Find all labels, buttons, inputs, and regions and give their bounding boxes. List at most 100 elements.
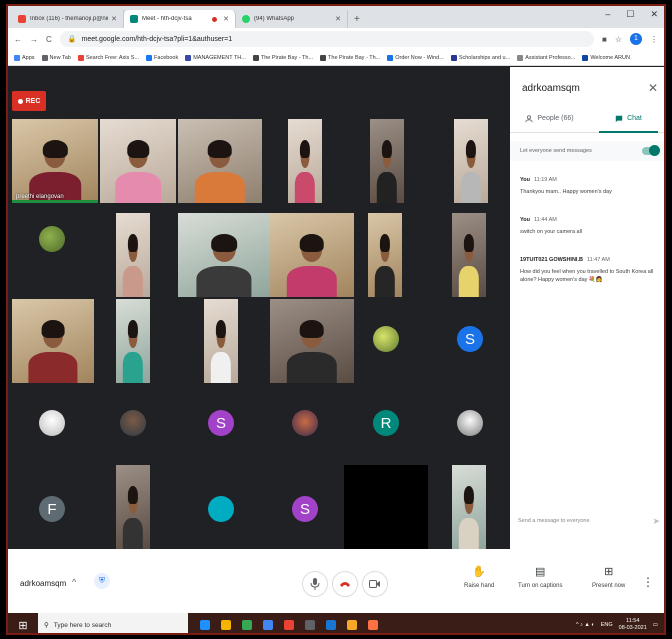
participant-tile[interactable] <box>452 465 486 549</box>
participant-tile[interactable]: S <box>288 487 322 531</box>
meeting-details-button[interactable]: adrkoamsqm <box>20 579 66 588</box>
taskbar-app-icon[interactable] <box>347 620 357 630</box>
new-tab-button[interactable]: + <box>354 14 360 25</box>
send-messages-toggle[interactable] <box>642 145 660 156</box>
tab-people[interactable]: People (66) <box>510 105 589 132</box>
taskbar-search-box[interactable]: ⚲ Type here to search <box>38 613 188 633</box>
close-icon[interactable]: ✕ <box>335 15 341 23</box>
participant-avatar <box>120 410 146 436</box>
profile-avatar[interactable]: 1 <box>630 33 642 45</box>
chat-message: You 11:19 AM Thankyou mam.. Happy women's … <box>520 177 660 197</box>
participant-tile[interactable] <box>116 213 150 297</box>
bookmark-label: The Pirate Bay - Th... <box>328 54 381 61</box>
meet-icon <box>130 15 138 23</box>
tab-chat[interactable]: Chat <box>589 105 664 133</box>
captions-button[interactable]: ▤ Turn on captions <box>518 565 562 589</box>
language-indicator[interactable]: ENG <box>601 622 613 628</box>
participant-tile[interactable] <box>454 119 488 203</box>
participant-tile[interactable] <box>116 465 150 549</box>
url-field[interactable]: 🔒 meet.google.com/hth-dcjv-tsa?pli=1&aut… <box>59 31 594 47</box>
participant-tile[interactable] <box>288 119 322 203</box>
tab-gmail[interactable]: Inbox (116) - themanoji.p@nirc ✕ <box>12 10 124 28</box>
participant-tile[interactable]: F <box>30 487 74 531</box>
host-controls-icon[interactable]: ⛨ <box>94 573 110 589</box>
participant-tile[interactable]: preethi elangovan <box>12 119 98 203</box>
participant-video <box>458 234 480 297</box>
bookmark-item[interactable]: MANAGEMENT TH... <box>185 54 246 61</box>
participant-tile[interactable] <box>100 119 176 203</box>
windows-start-icon[interactable]: ⊞ <box>8 613 38 633</box>
bookmark-item[interactable]: Assistant Professo... <box>517 54 576 61</box>
message-header: 19TUIT021 GOWSHINI.B 11:47 AM <box>520 257 660 263</box>
participant-tile[interactable]: S <box>454 319 486 359</box>
taskbar-clock[interactable]: 11:54 08-03-2021 <box>619 618 647 631</box>
bookmark-item[interactable]: The Pirate Bay - Th... <box>252 54 313 61</box>
chat-input[interactable]: Send a message to everyone ➤ <box>518 513 660 529</box>
close-icon[interactable]: ✕ <box>111 15 117 23</box>
participant-tile[interactable] <box>204 299 238 383</box>
taskbar-app-icon[interactable] <box>305 620 315 630</box>
bookmark-favicon-icon <box>185 54 192 61</box>
maximize-button[interactable]: ☐ <box>626 9 634 20</box>
close-panel-button[interactable]: ✕ <box>648 81 658 95</box>
participant-tile-camera-off[interactable] <box>344 465 428 549</box>
taskbar-app-icon[interactable] <box>242 620 252 630</box>
taskbar-app-icon[interactable] <box>326 620 336 630</box>
minimize-button[interactable]: – <box>605 9 610 20</box>
chat-input-placeholder: Send a message to everyone <box>518 518 590 524</box>
close-icon[interactable]: ✕ <box>223 15 229 23</box>
participant-tile[interactable] <box>12 299 94 383</box>
taskbar-app-icon[interactable] <box>221 620 231 630</box>
bookmark-label: Assistant Professo... <box>525 54 576 61</box>
bookmark-item[interactable]: Search Free: Axis S... <box>77 54 139 61</box>
participant-tile[interactable] <box>270 213 354 297</box>
bookmark-item[interactable]: Welcome ARUN <box>582 54 630 61</box>
participant-tile[interactable] <box>454 401 486 445</box>
bookmark-item[interactable]: Apps <box>14 54 35 61</box>
reload-icon[interactable]: C <box>46 35 52 44</box>
taskbar-app-icon[interactable] <box>284 620 294 630</box>
bookmark-item[interactable]: The Pirate Bay - Th... <box>320 54 381 61</box>
back-icon[interactable]: ← <box>14 35 22 44</box>
star-icon[interactable]: ☆ <box>615 35 622 44</box>
microphone-button[interactable] <box>302 571 328 597</box>
more-options-button[interactable]: ⋮ <box>642 575 654 589</box>
taskbar-app-icon[interactable] <box>263 620 273 630</box>
whatsapp-icon <box>242 15 250 23</box>
camera-button[interactable] <box>362 571 388 597</box>
participant-tile[interactable] <box>288 401 322 445</box>
forward-icon[interactable]: → <box>30 35 38 44</box>
participant-tile[interactable] <box>30 217 74 261</box>
bookmark-item[interactable]: Scholarships and u... <box>450 54 510 61</box>
participant-tile[interactable] <box>204 487 238 531</box>
participant-tile[interactable] <box>370 119 404 203</box>
tab-meet[interactable]: Meet - hth-dcjv-tsa ✕ <box>124 10 236 28</box>
camera-permission-icon[interactable]: ■ <box>602 35 607 44</box>
participant-tile[interactable]: R <box>370 401 402 445</box>
bookmark-item[interactable]: Order Now - Wind... <box>387 54 444 61</box>
taskbar-app-icon[interactable] <box>368 620 378 630</box>
participant-tile[interactable] <box>116 299 150 383</box>
notification-icon[interactable]: ▭ <box>653 622 658 628</box>
leave-call-button[interactable] <box>332 571 358 597</box>
raise-hand-button[interactable]: ✋ Raise hand <box>464 565 494 589</box>
bookmark-item[interactable]: Facebook <box>146 54 178 61</box>
participant-tile[interactable] <box>452 213 486 297</box>
microphone-icon <box>310 578 320 590</box>
participant-tile[interactable] <box>368 213 402 297</box>
participant-tile[interactable] <box>178 213 270 297</box>
participant-tile[interactable] <box>178 119 262 203</box>
tab-whatsapp[interactable]: (94) WhatsApp ✕ <box>236 10 348 28</box>
taskbar-app-icon[interactable] <box>200 620 210 630</box>
bookmark-item[interactable]: New Tab <box>41 54 71 61</box>
participant-tile[interactable] <box>370 319 402 359</box>
participant-tile[interactable] <box>116 401 150 445</box>
send-icon[interactable]: ➤ <box>652 516 660 527</box>
present-now-button[interactable]: ⊞ Present now <box>592 565 625 589</box>
close-window-button[interactable]: ✕ <box>650 9 658 20</box>
participant-tile[interactable] <box>270 299 354 383</box>
menu-icon[interactable]: ⋮ <box>650 35 658 44</box>
participant-tile[interactable] <box>30 401 74 445</box>
participant-tile[interactable]: S <box>204 401 238 445</box>
chevron-up-icon[interactable]: ^ <box>72 577 76 587</box>
